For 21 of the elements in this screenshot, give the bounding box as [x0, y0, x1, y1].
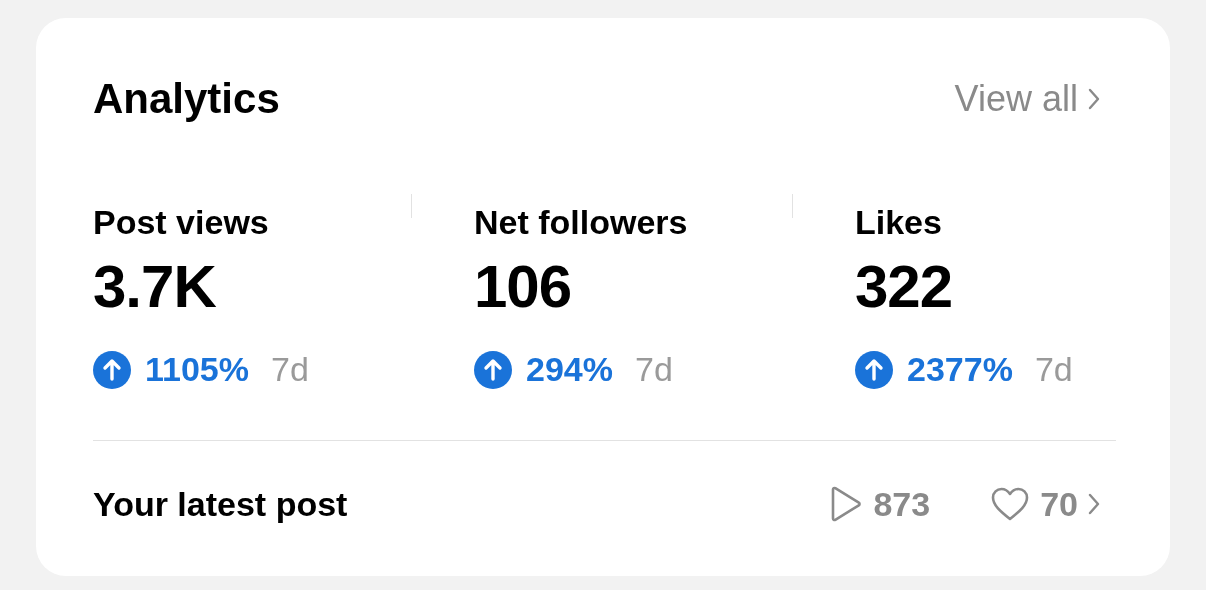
stat-label: Post views [93, 202, 269, 242]
play-icon [829, 486, 864, 522]
card-title: Analytics [93, 75, 280, 123]
change-period: 7d [1034, 350, 1073, 389]
stat-value: 106 [474, 252, 572, 322]
like-count: 70 [1040, 484, 1078, 524]
stat-label: Likes [855, 202, 942, 242]
latest-post-label: Your latest post [93, 484, 348, 524]
view-all-link[interactable]: View all [954, 78, 1100, 120]
change-period: 7d [634, 350, 673, 389]
heart-icon [990, 486, 1031, 522]
stat-label: Net followers [474, 202, 688, 242]
change-percent: 2377% [907, 350, 1013, 389]
stat-value: 3.7K [93, 252, 216, 322]
change-percent: 294% [526, 350, 613, 389]
play-count: 873 [873, 484, 931, 524]
chevron-icon [1088, 493, 1100, 515]
chevron-icon [1088, 88, 1100, 110]
change-period: 7d [271, 350, 309, 389]
stat-value: 322 [855, 252, 953, 322]
change-percent: 1105% [145, 350, 249, 389]
